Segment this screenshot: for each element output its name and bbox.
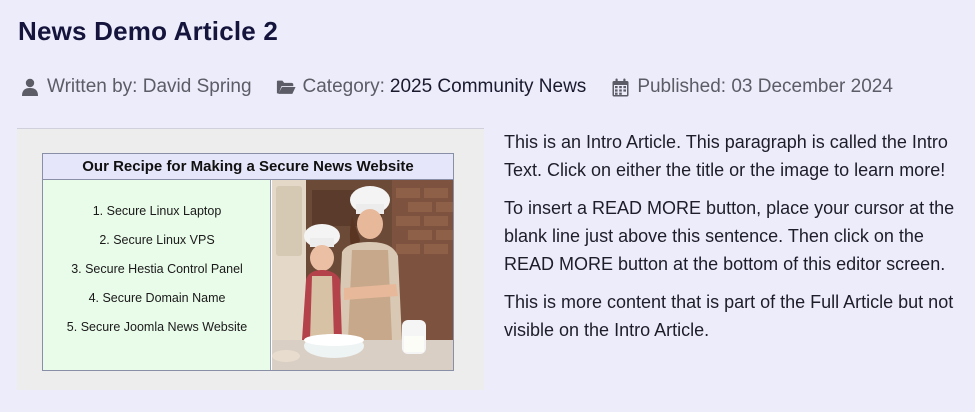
list-item: 4. Secure Domain Name (88, 291, 226, 305)
article-meta: Written by: David Spring Category: 2025 … (20, 76, 917, 98)
article-image[interactable]: Our Recipe for Making a Secure News Webs… (42, 153, 454, 371)
paragraph: This is more content that is part of the… (504, 292, 954, 340)
published-meta: Published: 03 December 2024 (610, 76, 893, 98)
baking-photo (272, 180, 453, 370)
paragraph: This is an Intro Article. This paragraph… (504, 132, 948, 180)
published-text: Published: 03 December 2024 (637, 76, 893, 97)
paragraph: To insert a READ MORE button, place your… (504, 198, 955, 274)
list-item: 1. Secure Linux Laptop (92, 204, 222, 218)
author-meta: Written by: David Spring (20, 76, 252, 98)
user-icon (20, 77, 40, 97)
author-text: Written by: David Spring (47, 76, 252, 97)
article-title[interactable]: News Demo Article 2 (18, 16, 278, 47)
list-item: 5. Secure Joomla News Website (66, 320, 248, 334)
intro-text: This is an Intro Article. This paragraph… (504, 128, 970, 354)
folder-open-icon (276, 77, 296, 97)
recipe-step-list: 1. Secure Linux Laptop 2. Secure Linux V… (43, 180, 271, 370)
list-item: 3. Secure Hestia Control Panel (71, 262, 243, 276)
category-meta: Category: 2025 Community News (276, 76, 586, 98)
category-link[interactable]: 2025 Community News (390, 76, 586, 98)
list-item: 2. Secure Linux VPS (99, 233, 215, 247)
image-heading: Our Recipe for Making a Secure News Webs… (43, 154, 453, 180)
calendar-icon (610, 77, 630, 97)
article-page: News Demo Article 2 Written by: David Sp… (0, 0, 975, 412)
category-label: Category: (302, 76, 385, 97)
